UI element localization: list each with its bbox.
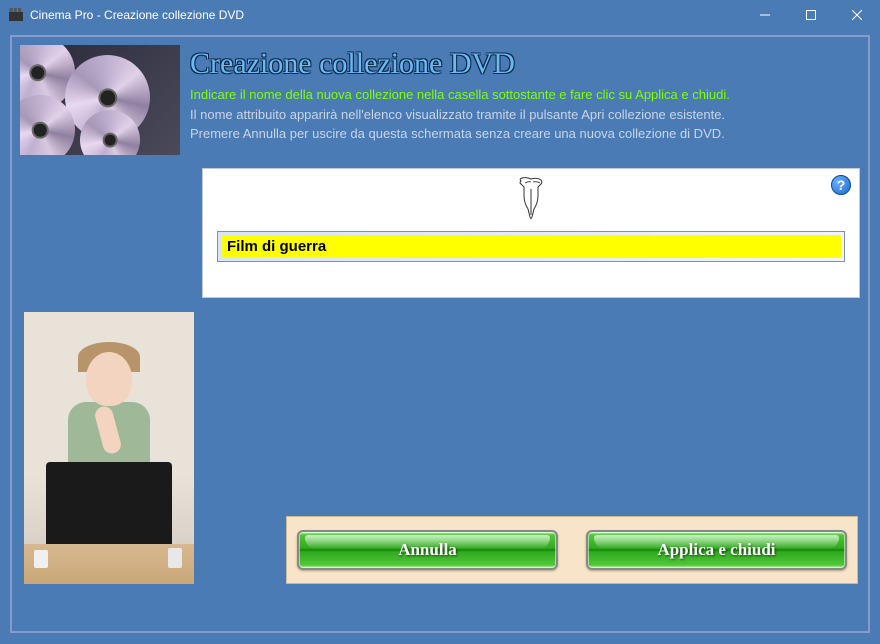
cancel-button[interactable]: Annulla: [297, 530, 558, 570]
header-text: Creazione collezione DVD Indicare il nom…: [190, 45, 860, 155]
instruction-tertiary: Premere Annulla per uscire da questa sch…: [190, 124, 850, 144]
close-button[interactable]: [834, 0, 880, 30]
main-frame: Creazione collezione DVD Indicare il nom…: [10, 35, 870, 633]
window-controls: [742, 0, 880, 30]
bottom-row: Annulla Applica e chiudi: [12, 298, 868, 594]
instruction-primary: Indicare il nome della nuova collezione …: [190, 85, 850, 105]
collection-name-input[interactable]: [221, 235, 841, 258]
help-icon[interactable]: ?: [831, 175, 851, 195]
window-title: Cinema Pro - Creazione collezione DVD: [30, 8, 742, 22]
page-title: Creazione collezione DVD: [190, 47, 850, 81]
pointing-hand-icon: [513, 177, 549, 221]
button-bar: Annulla Applica e chiudi: [286, 516, 858, 584]
instruction-secondary: Il nome attribuito apparirà nell'elenco …: [190, 105, 850, 125]
input-container: [217, 231, 845, 262]
maximize-button[interactable]: [788, 0, 834, 30]
person-laptop-image: [24, 312, 194, 584]
dvd-collection-image: [20, 45, 180, 155]
action-panel: Annulla Applica e chiudi: [206, 312, 858, 584]
titlebar: Cinema Pro - Creazione collezione DVD: [0, 0, 880, 30]
input-panel: ?: [202, 168, 860, 298]
minimize-button[interactable]: [742, 0, 788, 30]
app-icon: [8, 7, 24, 23]
header-row: Creazione collezione DVD Indicare il nom…: [12, 37, 868, 163]
apply-close-button[interactable]: Applica e chiudi: [586, 530, 847, 570]
